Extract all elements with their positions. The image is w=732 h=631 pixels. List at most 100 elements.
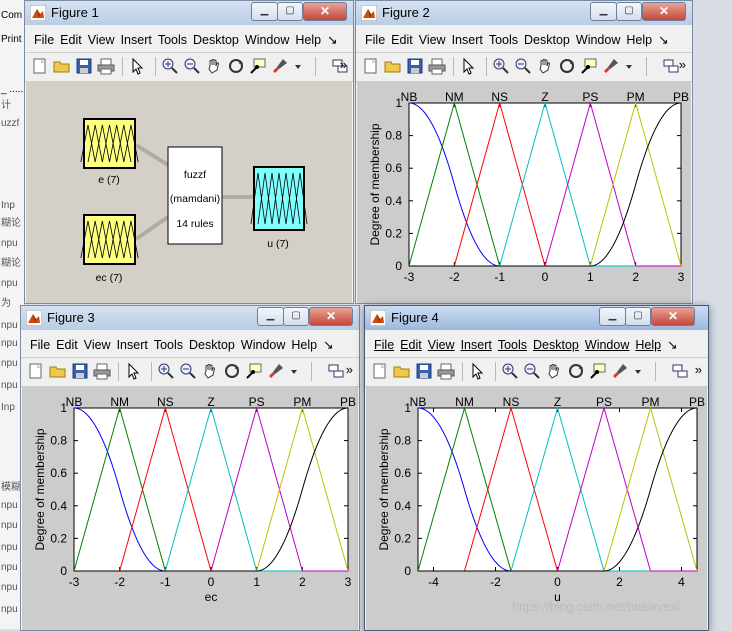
zoom-in-icon[interactable] — [161, 57, 179, 75]
figure2-titlebar[interactable]: Figure 2 ▁ ▢ ✕ — [356, 1, 692, 25]
close-button[interactable]: ✕ — [651, 307, 695, 326]
link-plot-icon[interactable] — [327, 362, 345, 380]
menu-overflow-icon[interactable]: ↘ — [664, 334, 680, 356]
zoom-out-icon[interactable] — [179, 362, 197, 380]
open-file-icon[interactable] — [49, 362, 67, 380]
zoom-in-icon[interactable] — [501, 362, 519, 380]
minimize-button[interactable]: ▁ — [590, 2, 617, 21]
input-e-block[interactable] — [80, 118, 139, 169]
menu-file[interactable]: File — [362, 29, 388, 51]
menu-insert[interactable]: Insert — [114, 334, 151, 356]
menu-window[interactable]: Window — [573, 29, 623, 51]
data-cursor-icon[interactable] — [249, 57, 267, 75]
brush-icon[interactable] — [602, 57, 620, 75]
toolbar-overflow-icon[interactable]: » — [679, 57, 686, 72]
menu-view[interactable]: View — [85, 29, 118, 51]
pan-hand-icon[interactable] — [205, 57, 223, 75]
new-figure-icon[interactable] — [371, 362, 389, 380]
toolbar-overflow-icon[interactable]: » — [695, 362, 702, 377]
data-cursor-icon[interactable] — [589, 362, 607, 380]
close-button[interactable]: ✕ — [642, 2, 686, 21]
menu-help[interactable]: Help — [288, 334, 320, 356]
brush-icon[interactable] — [611, 362, 629, 380]
menu-desktop[interactable]: Desktop — [186, 334, 238, 356]
figure3-window[interactable]: Figure 3 ▁ ▢ ✕ File Edit View Insert Tools De… — [20, 305, 360, 631]
menu-view[interactable]: View — [425, 334, 458, 356]
print-icon[interactable] — [437, 362, 455, 380]
save-icon[interactable] — [71, 362, 89, 380]
zoom-out-icon[interactable] — [514, 57, 532, 75]
save-icon[interactable] — [415, 362, 433, 380]
minimize-button[interactable]: ▁ — [251, 2, 278, 21]
menu-overflow-icon[interactable]: ↘ — [655, 29, 671, 51]
figure4-titlebar[interactable]: Figure 4 ▁ ▢ ✕ — [365, 306, 708, 330]
menu-edit[interactable]: Edit — [397, 334, 425, 356]
fis-system-block[interactable]: fuzzf (mamdani) 14 rules — [167, 146, 223, 245]
menu-window[interactable]: Window — [238, 334, 288, 356]
new-figure-icon[interactable] — [362, 57, 380, 75]
close-button[interactable]: ✕ — [309, 307, 353, 326]
zoom-in-icon[interactable] — [492, 57, 510, 75]
rotate-3d-icon[interactable] — [567, 362, 585, 380]
output-u-block[interactable] — [250, 166, 308, 231]
menu-window[interactable]: Window — [242, 29, 292, 51]
menu-insert[interactable]: Insert — [118, 29, 155, 51]
rotate-3d-icon[interactable] — [223, 362, 241, 380]
figure3-titlebar[interactable]: Figure 3 ▁ ▢ ✕ — [21, 306, 359, 330]
menu-window[interactable]: Window — [582, 334, 632, 356]
minimize-button[interactable]: ▁ — [599, 307, 626, 326]
menu-view[interactable]: View — [416, 29, 449, 51]
menu-edit[interactable]: Edit — [388, 29, 416, 51]
menu-view[interactable]: View — [81, 334, 114, 356]
link-plot-icon[interactable] — [662, 57, 680, 75]
new-figure-icon[interactable] — [27, 362, 45, 380]
save-icon[interactable] — [75, 57, 93, 75]
link-plot-icon[interactable] — [671, 362, 689, 380]
open-file-icon[interactable] — [384, 57, 402, 75]
figure1-titlebar[interactable]: Figure 1 ▁ ▢ ✕ — [25, 1, 353, 25]
pan-hand-icon[interactable] — [545, 362, 563, 380]
print-icon[interactable] — [428, 57, 446, 75]
open-file-icon[interactable] — [53, 57, 71, 75]
print-icon[interactable] — [97, 57, 115, 75]
brush-icon[interactable] — [271, 57, 289, 75]
menu-edit[interactable]: Edit — [57, 29, 85, 51]
menu-tools[interactable]: Tools — [151, 334, 186, 356]
close-button[interactable]: ✕ — [303, 2, 347, 21]
maximize-button[interactable]: ▢ — [277, 2, 303, 21]
edit-plot-cursor-icon[interactable] — [128, 57, 146, 75]
input-ec-block[interactable] — [80, 214, 139, 265]
figure4-window[interactable]: Figure 4 ▁ ▢ ✕ File Edit View Insert Tools De… — [364, 305, 709, 631]
brush-icon[interactable] — [267, 362, 285, 380]
menu-tools[interactable]: Tools — [155, 29, 190, 51]
pan-hand-icon[interactable] — [201, 362, 219, 380]
edit-plot-cursor-icon[interactable] — [468, 362, 486, 380]
pan-hand-icon[interactable] — [536, 57, 554, 75]
menu-insert[interactable]: Insert — [449, 29, 486, 51]
save-icon[interactable] — [406, 57, 424, 75]
maximize-button[interactable]: ▢ — [283, 307, 309, 326]
menu-desktop[interactable]: Desktop — [530, 334, 582, 356]
menu-insert[interactable]: Insert — [458, 334, 495, 356]
brush-dropdown-icon[interactable] — [293, 57, 311, 75]
menu-file[interactable]: File — [27, 334, 53, 356]
edit-plot-cursor-icon[interactable] — [124, 362, 142, 380]
toolbar-overflow-icon[interactable]: » — [346, 362, 353, 377]
menu-desktop[interactable]: Desktop — [190, 29, 242, 51]
minimize-button[interactable]: ▁ — [257, 307, 284, 326]
maximize-button[interactable]: ▢ — [616, 2, 642, 21]
menu-tools[interactable]: Tools — [495, 334, 530, 356]
data-cursor-icon[interactable] — [245, 362, 263, 380]
zoom-out-icon[interactable] — [183, 57, 201, 75]
figure2-window[interactable]: Figure 2 ▁ ▢ ✕ File Edit View Insert Tools De… — [355, 0, 693, 304]
rotate-3d-icon[interactable] — [558, 57, 576, 75]
menu-edit[interactable]: Edit — [53, 334, 81, 356]
menu-help[interactable]: Help — [632, 334, 664, 356]
zoom-out-icon[interactable] — [523, 362, 541, 380]
rotate-3d-icon[interactable] — [227, 57, 245, 75]
zoom-in-icon[interactable] — [157, 362, 175, 380]
menu-overflow-icon[interactable]: ↘ — [324, 29, 340, 51]
data-cursor-icon[interactable] — [580, 57, 598, 75]
menu-desktop[interactable]: Desktop — [521, 29, 573, 51]
brush-dropdown-icon[interactable] — [633, 362, 651, 380]
